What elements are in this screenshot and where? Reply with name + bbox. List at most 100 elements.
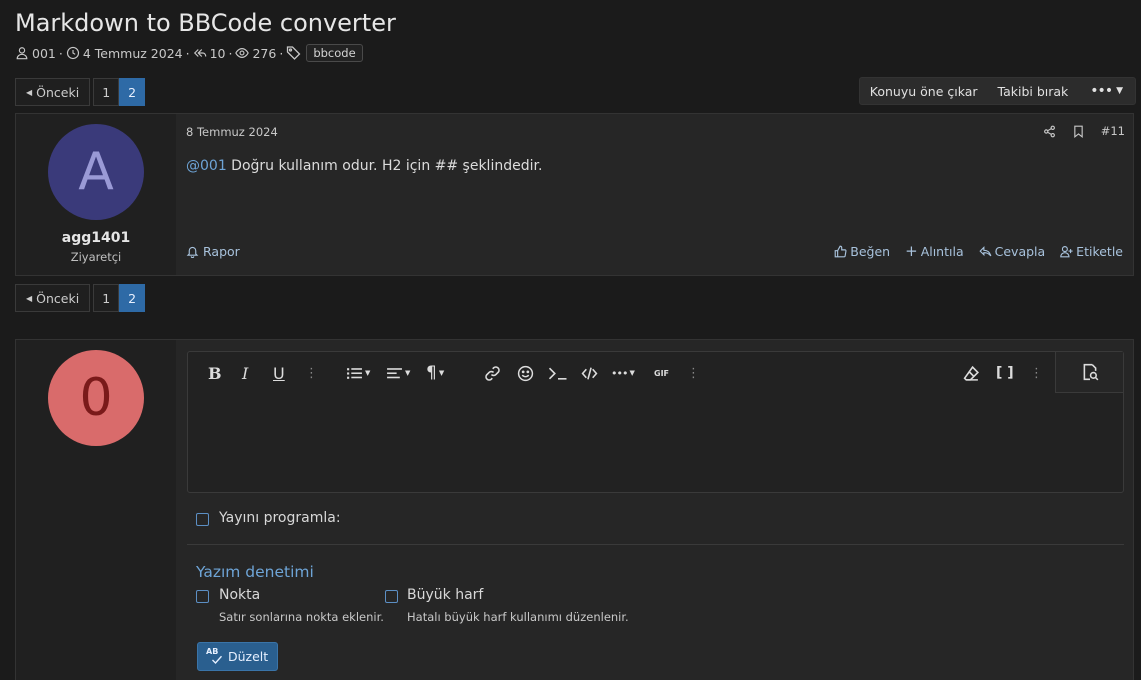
underline-button[interactable]: U (273, 362, 285, 384)
code-block-button[interactable] (581, 362, 598, 384)
share-icon[interactable] (1043, 125, 1056, 138)
caret-down-icon: ▼ (438, 369, 445, 377)
post-top-actions: #11 (1043, 124, 1125, 138)
dot-label[interactable]: Nokta (219, 587, 260, 603)
username[interactable]: agg1401 (16, 230, 176, 246)
preview-button[interactable] (1055, 352, 1123, 393)
ellipsis-icon: ••• (1090, 83, 1113, 99)
caret-down-icon: ▼ (1116, 86, 1123, 96)
user-title: Ziyaretçi (70, 250, 122, 264)
thread-title: Markdown to BBCode converter (15, 9, 396, 37)
tag-bbcode[interactable]: bbcode (306, 44, 363, 62)
post-number[interactable]: #11 (1101, 124, 1125, 138)
spellcheck-title: Yazım denetimi (196, 563, 314, 581)
post-text: Doğru kullanım odur. H2 için ## şeklinde… (226, 158, 543, 174)
post-11: A agg1401 Ziyaretçi 8 Temmuz 2024 #11 @0… (15, 113, 1134, 276)
plus-icon: + (905, 242, 918, 260)
reply-icon (979, 246, 991, 257)
thread-replies: 10 (193, 46, 225, 61)
caret-left-icon: ◀ (26, 293, 33, 303)
page-2-link[interactable]: 2 (119, 78, 146, 106)
bell-icon (186, 246, 199, 258)
tag-user-button[interactable]: Etiketle (1060, 244, 1123, 259)
terminal-icon (548, 367, 567, 380)
page-2-link-bottom[interactable]: 2 (119, 284, 146, 312)
report-button[interactable]: Rapor (186, 244, 240, 259)
thumbs-up-icon (834, 245, 847, 258)
code-icon (581, 366, 598, 380)
align-left-icon (387, 367, 402, 378)
italic-button[interactable]: I (242, 362, 248, 384)
ellipsis-icon: ••• (611, 366, 628, 380)
reply-button[interactable]: Cevapla (979, 244, 1045, 259)
list-button[interactable]: ▼ (346, 362, 370, 384)
post-body: @001 Doğru kullanım odur. H2 için ## şek… (186, 158, 542, 174)
paragraph-button[interactable]: ¶ ▼ (426, 362, 444, 384)
current-user-avatar[interactable]: 0 (48, 350, 144, 446)
avatar[interactable]: A (48, 124, 144, 220)
paragraph-icon: ¶ (426, 363, 437, 383)
thread-action-bar: Konuyu öne çıkar Takibi bırak ••• ▼ (858, 77, 1136, 105)
more-vertical-icon[interactable]: ⋮ (1030, 362, 1043, 384)
quick-reply-form: 0 B I U ⋮ ▼ ▼ ¶ ▼ ••• ▼ GIF ⋮ [] ⋮ Yayı… (15, 339, 1134, 680)
smile-icon (517, 365, 534, 381)
mention-link[interactable]: @001 (186, 158, 227, 174)
more-insert-button[interactable]: ••• ▼ (611, 362, 635, 384)
quote-button[interactable]: + Alıntıla (905, 242, 964, 260)
caret-left-icon: ◀ (26, 87, 33, 97)
feature-thread-button[interactable]: Konuyu öne çıkar (860, 78, 988, 104)
user-plus-icon (1060, 246, 1073, 258)
bold-button[interactable]: B (208, 362, 222, 384)
list-icon (347, 367, 362, 379)
bbcode-toggle-button[interactable]: [ ] (996, 362, 1014, 384)
prev-page-button-bottom[interactable]: ◀ Önceki (15, 284, 91, 312)
gif-button[interactable]: GIF (654, 362, 669, 384)
brackets-icon: [ ] (996, 365, 1014, 381)
dot-checkbox[interactable] (196, 590, 209, 603)
caret-down-icon: ▼ (629, 369, 635, 377)
like-button[interactable]: Beğen (834, 244, 890, 259)
thread-views: 276 (235, 46, 276, 61)
bookmark-icon[interactable] (1072, 125, 1085, 138)
thread-meta: 001 · 4 Temmuz 2024 · 10 · 276 · bbcode (15, 44, 363, 62)
caret-down-icon: ▼ (365, 369, 371, 377)
eye-icon (235, 48, 250, 58)
spellcheck-icon: AB (206, 647, 224, 666)
clock-icon (66, 46, 79, 60)
thread-author[interactable]: 001 (15, 46, 56, 61)
post-bottom-actions: Beğen + Alıntıla Cevapla Etiketle (834, 244, 1123, 259)
link-icon (485, 365, 500, 381)
more-vertical-icon[interactable]: ⋮ (305, 362, 318, 384)
editor-toolbar: B I U ⋮ ▼ ▼ ¶ ▼ ••• ▼ GIF ⋮ [] ⋮ (188, 352, 1123, 394)
align-button[interactable]: ▼ (386, 362, 410, 384)
emoji-button[interactable] (517, 362, 534, 384)
pagination-bottom: ◀ Önceki 1 2 (15, 284, 146, 312)
divider (187, 544, 1124, 545)
post-date[interactable]: 8 Temmuz 2024 (186, 125, 278, 139)
caps-hint: Hatalı büyük harf kullanımı düzenlenir. (407, 610, 629, 624)
unwatch-button[interactable]: Takibi bırak (988, 78, 1079, 104)
tags-icon (287, 46, 301, 60)
message-editor[interactable]: B I U ⋮ ▼ ▼ ¶ ▼ ••• ▼ GIF ⋮ [] ⋮ (187, 351, 1124, 493)
caps-label[interactable]: Büyük harf (407, 587, 483, 603)
user-icon (16, 47, 28, 60)
caret-down-icon: ▼ (405, 369, 411, 377)
pagination-top: ◀ Önceki 1 2 (15, 78, 146, 106)
page-1-link-bottom[interactable]: 1 (93, 284, 120, 312)
fix-button[interactable]: AB Düzelt (197, 642, 279, 671)
dot-hint: Satır sonlarına nokta eklenir. (219, 610, 384, 624)
remove-format-button[interactable] (963, 362, 980, 384)
more-vertical-icon[interactable]: ⋮ (687, 362, 700, 384)
post-user-cell: A agg1401 Ziyaretçi (16, 114, 176, 275)
inline-code-button[interactable] (547, 362, 569, 384)
caps-checkbox[interactable] (385, 590, 398, 603)
schedule-checkbox[interactable] (196, 513, 209, 526)
thread-start-date[interactable]: 4 Temmuz 2024 (66, 46, 183, 61)
prev-page-button[interactable]: ◀ Önceki (15, 78, 91, 106)
link-button[interactable] (484, 362, 501, 384)
preview-icon (1083, 363, 1098, 381)
schedule-label[interactable]: Yayını programla: (219, 510, 341, 526)
reply-all-icon (193, 49, 206, 57)
page-1-link[interactable]: 1 (93, 78, 120, 106)
more-options-button[interactable]: ••• ▼ (1078, 78, 1135, 104)
